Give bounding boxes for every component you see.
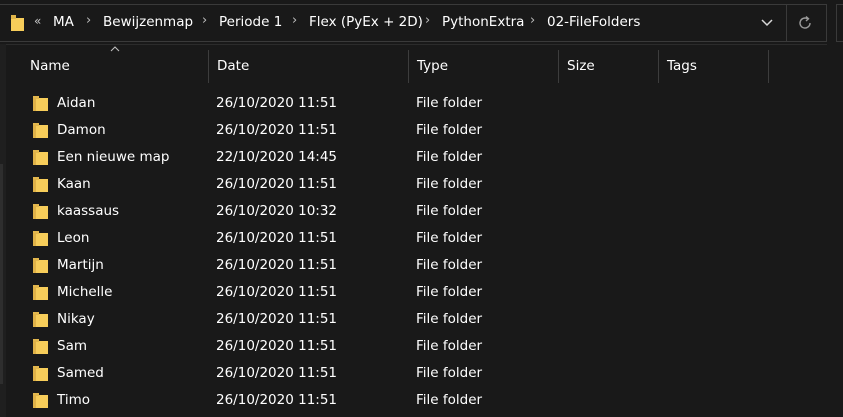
file-name: Samed	[57, 365, 104, 381]
folder-icon	[33, 285, 48, 300]
file-type: File folder	[416, 311, 483, 327]
file-type: File folder	[416, 176, 483, 192]
list-item[interactable]: kaassaus 26/10/2020 10:32 File folder	[22, 198, 822, 225]
file-type: File folder	[416, 365, 483, 381]
file-name: Martijn	[57, 257, 104, 273]
folder-icon	[33, 231, 48, 246]
file-name: Sam	[57, 338, 87, 354]
chevron-right-icon[interactable]: ›	[425, 13, 430, 28]
list-item[interactable]: Sam 26/10/2020 11:51 File folder	[22, 333, 822, 360]
folder-icon	[33, 177, 48, 192]
file-date: 26/10/2020 11:51	[216, 122, 338, 138]
navigation-pane-edge	[0, 44, 6, 417]
breadcrumb-overflow-icon[interactable]: «	[34, 14, 41, 28]
folder-icon	[33, 123, 48, 138]
scrollbar[interactable]	[0, 164, 3, 384]
file-date: 26/10/2020 11:51	[216, 95, 338, 111]
folder-icon	[33, 96, 48, 111]
breadcrumb-item-flex[interactable]: Flex (PyEx + 2D)	[309, 14, 423, 30]
column-name[interactable]: Name	[22, 50, 208, 83]
folder-icon	[33, 258, 48, 273]
file-date: 26/10/2020 11:51	[216, 230, 338, 246]
file-name: kaassaus	[57, 203, 120, 219]
file-name: Leon	[57, 230, 90, 246]
folder-icon	[33, 366, 48, 381]
file-type: File folder	[416, 257, 483, 273]
file-name: Michelle	[57, 284, 113, 300]
folder-icon	[11, 15, 24, 31]
list-item[interactable]: Martijn 26/10/2020 11:51 File folder	[22, 252, 822, 279]
folder-icon	[33, 204, 48, 219]
file-date: 26/10/2020 11:51	[216, 176, 338, 192]
file-date: 26/10/2020 11:51	[216, 365, 338, 381]
chevron-right-icon[interactable]: ›	[530, 13, 535, 28]
file-name: Kaan	[57, 176, 91, 192]
column-date[interactable]: Date	[209, 50, 408, 83]
file-date: 26/10/2020 11:51	[216, 338, 338, 354]
list-item[interactable]: Timo 26/10/2020 11:51 File folder	[22, 387, 822, 414]
search-box[interactable]	[836, 4, 843, 42]
folder-icon	[33, 150, 48, 165]
chevron-right-icon[interactable]: ›	[292, 13, 297, 28]
file-type: File folder	[416, 95, 483, 111]
folder-icon	[33, 312, 48, 327]
chevron-down-icon[interactable]	[755, 12, 779, 34]
list-item[interactable]: Een nieuwe map 22/10/2020 14:45 File fol…	[22, 144, 822, 171]
refresh-icon[interactable]	[790, 10, 820, 36]
file-date: 26/10/2020 11:51	[216, 392, 338, 408]
file-date: 26/10/2020 10:32	[216, 203, 338, 219]
file-type: File folder	[416, 338, 483, 354]
column-tags[interactable]: Tags	[659, 50, 768, 83]
file-name: Timo	[57, 392, 90, 408]
chevron-right-icon[interactable]: ›	[202, 13, 207, 28]
column-type[interactable]: Type	[409, 50, 558, 83]
breadcrumb-item-02-filefolders[interactable]: 02-FileFolders	[547, 14, 640, 30]
file-name: Een nieuwe map	[57, 149, 170, 165]
column-divider[interactable]	[768, 50, 769, 83]
list-item[interactable]: Nikay 26/10/2020 11:51 File folder	[22, 306, 822, 333]
file-type: File folder	[416, 392, 483, 408]
breadcrumb-item-periode-1[interactable]: Periode 1	[219, 14, 282, 30]
folder-icon	[33, 393, 48, 408]
file-name: Damon	[57, 122, 106, 138]
file-date: 26/10/2020 11:51	[216, 311, 338, 327]
breadcrumb-item-pythonextra[interactable]: PythonExtra	[442, 14, 524, 30]
file-type: File folder	[416, 284, 483, 300]
breadcrumb-item-bewijzenmap[interactable]: Bewijzenmap	[103, 14, 193, 30]
list-item[interactable]: Kaan 26/10/2020 11:51 File folder	[22, 171, 822, 198]
file-type: File folder	[416, 230, 483, 246]
file-date: 26/10/2020 11:51	[216, 284, 338, 300]
file-list: Aidan 26/10/2020 11:51 File folder Damon…	[22, 90, 822, 414]
breadcrumb-item-ma[interactable]: MA	[53, 14, 74, 30]
chevron-right-icon[interactable]: ›	[86, 13, 91, 28]
column-header: Name Date Type Size Tags	[22, 46, 822, 83]
list-item[interactable]: Samed 26/10/2020 11:51 File folder	[22, 360, 822, 387]
list-item[interactable]: Aidan 26/10/2020 11:51 File folder	[22, 90, 822, 117]
list-item[interactable]: Leon 26/10/2020 11:51 File folder	[22, 225, 822, 252]
file-type: File folder	[416, 122, 483, 138]
address-divider	[786, 4, 787, 42]
address-bar[interactable]: « MA › Bewijzenmap › Periode 1 › Flex (P…	[0, 0, 843, 45]
folder-icon	[33, 339, 48, 354]
file-name: Aidan	[57, 95, 96, 111]
file-date: 22/10/2020 14:45	[216, 149, 338, 165]
file-date: 26/10/2020 11:51	[216, 257, 338, 273]
file-type: File folder	[416, 203, 483, 219]
file-name: Nikay	[57, 311, 95, 327]
file-type: File folder	[416, 149, 483, 165]
list-item[interactable]: Michelle 26/10/2020 11:51 File folder	[22, 279, 822, 306]
column-size[interactable]: Size	[559, 50, 658, 83]
list-item[interactable]: Damon 26/10/2020 11:51 File folder	[22, 117, 822, 144]
